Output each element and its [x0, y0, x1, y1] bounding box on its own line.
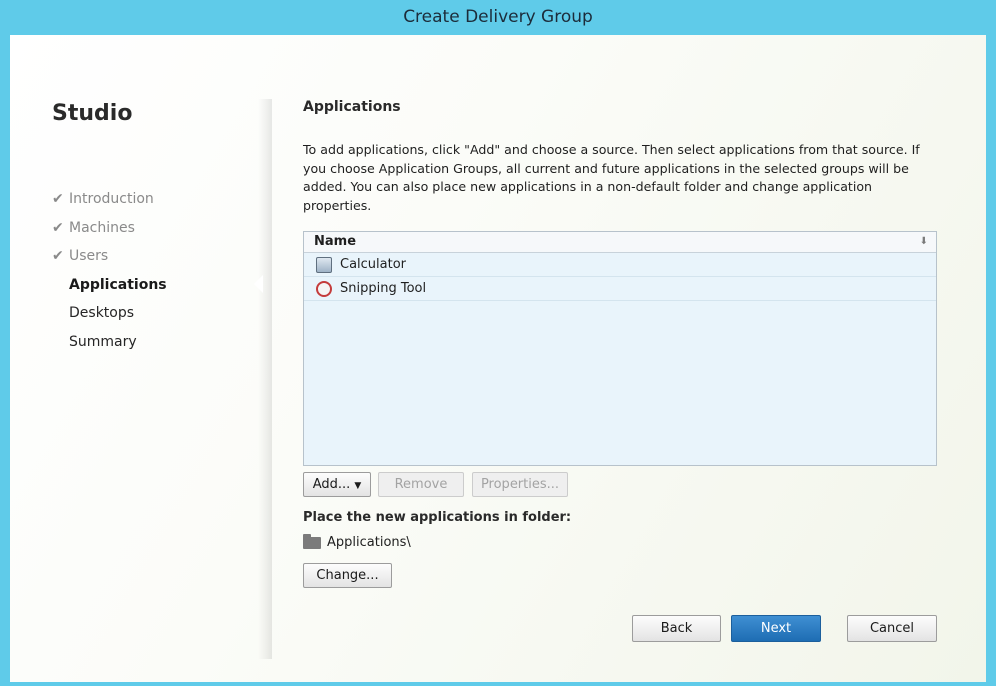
remove-button[interactable]: Remove [378, 472, 464, 497]
back-button[interactable]: Back [632, 615, 721, 642]
section-description: To add applications, click "Add" and cho… [303, 142, 920, 213]
list-item[interactable]: Calculator [304, 253, 936, 277]
wizard-sidebar: Studio ✔ Introduction ✔ Machines ✔ Users… [10, 35, 260, 682]
step-label: Desktops [69, 305, 135, 322]
dialog-client-area: Studio ✔ Introduction ✔ Machines ✔ Users… [10, 35, 986, 682]
folder-icon [303, 533, 321, 549]
list-item-label: Snipping Tool [340, 281, 427, 296]
step-label: Summary [69, 333, 137, 350]
step-label: Introduction [69, 191, 154, 208]
step-applications[interactable]: Applications [52, 271, 167, 300]
sort-arrow-icon: ⬇ [919, 236, 928, 247]
list-item-label: Calculator [340, 257, 407, 272]
dialog-window: Create Delivery Group Studio ✔ Introduct… [0, 0, 996, 686]
checkmark-icon: ✔ [52, 219, 64, 236]
column-header-label: Name [314, 234, 357, 249]
list-item[interactable]: Snipping Tool [304, 277, 936, 301]
main-content: Applications To add applications, click … [303, 35, 943, 682]
step-machines[interactable]: ✔ Machines [52, 214, 167, 243]
snipping-tool-icon [316, 280, 332, 297]
next-button[interactable]: Next [731, 615, 821, 642]
properties-button[interactable]: Properties... [472, 472, 568, 497]
step-users[interactable]: ✔ Users [52, 242, 167, 271]
column-header-name[interactable]: Name ⬇ [304, 232, 936, 253]
step-label: Machines [69, 219, 135, 236]
step-label: Applications [69, 276, 167, 293]
step-summary[interactable]: Summary [52, 328, 167, 357]
sidebar-divider [258, 99, 272, 659]
folder-label: Place the new applications in folder: [303, 510, 572, 525]
current-step-pointer [254, 275, 263, 293]
step-introduction[interactable]: ✔ Introduction [52, 185, 167, 214]
calculator-icon [316, 256, 332, 273]
folder-path: Applications\ [303, 533, 411, 550]
change-folder-button[interactable]: Change... [303, 563, 392, 588]
checkmark-icon: ✔ [52, 191, 64, 208]
studio-title: Studio [52, 101, 133, 126]
add-button[interactable]: Add... ▼ [303, 472, 371, 497]
wizard-steps: ✔ Introduction ✔ Machines ✔ Users Applic… [52, 185, 167, 356]
checkmark-icon: ✔ [52, 248, 64, 265]
step-desktops[interactable]: Desktops [52, 299, 167, 328]
window-title: Create Delivery Group [403, 7, 593, 27]
section-title: Applications [303, 99, 401, 115]
add-button-label: Add... [312, 477, 351, 492]
applications-list[interactable]: Name ⬇ Calculator Snipping Tool [303, 231, 937, 466]
chevron-down-icon: ▼ [354, 481, 362, 491]
folder-path-label: Applications\ [327, 535, 411, 550]
cancel-button[interactable]: Cancel [847, 615, 937, 642]
step-label: Users [69, 248, 109, 265]
